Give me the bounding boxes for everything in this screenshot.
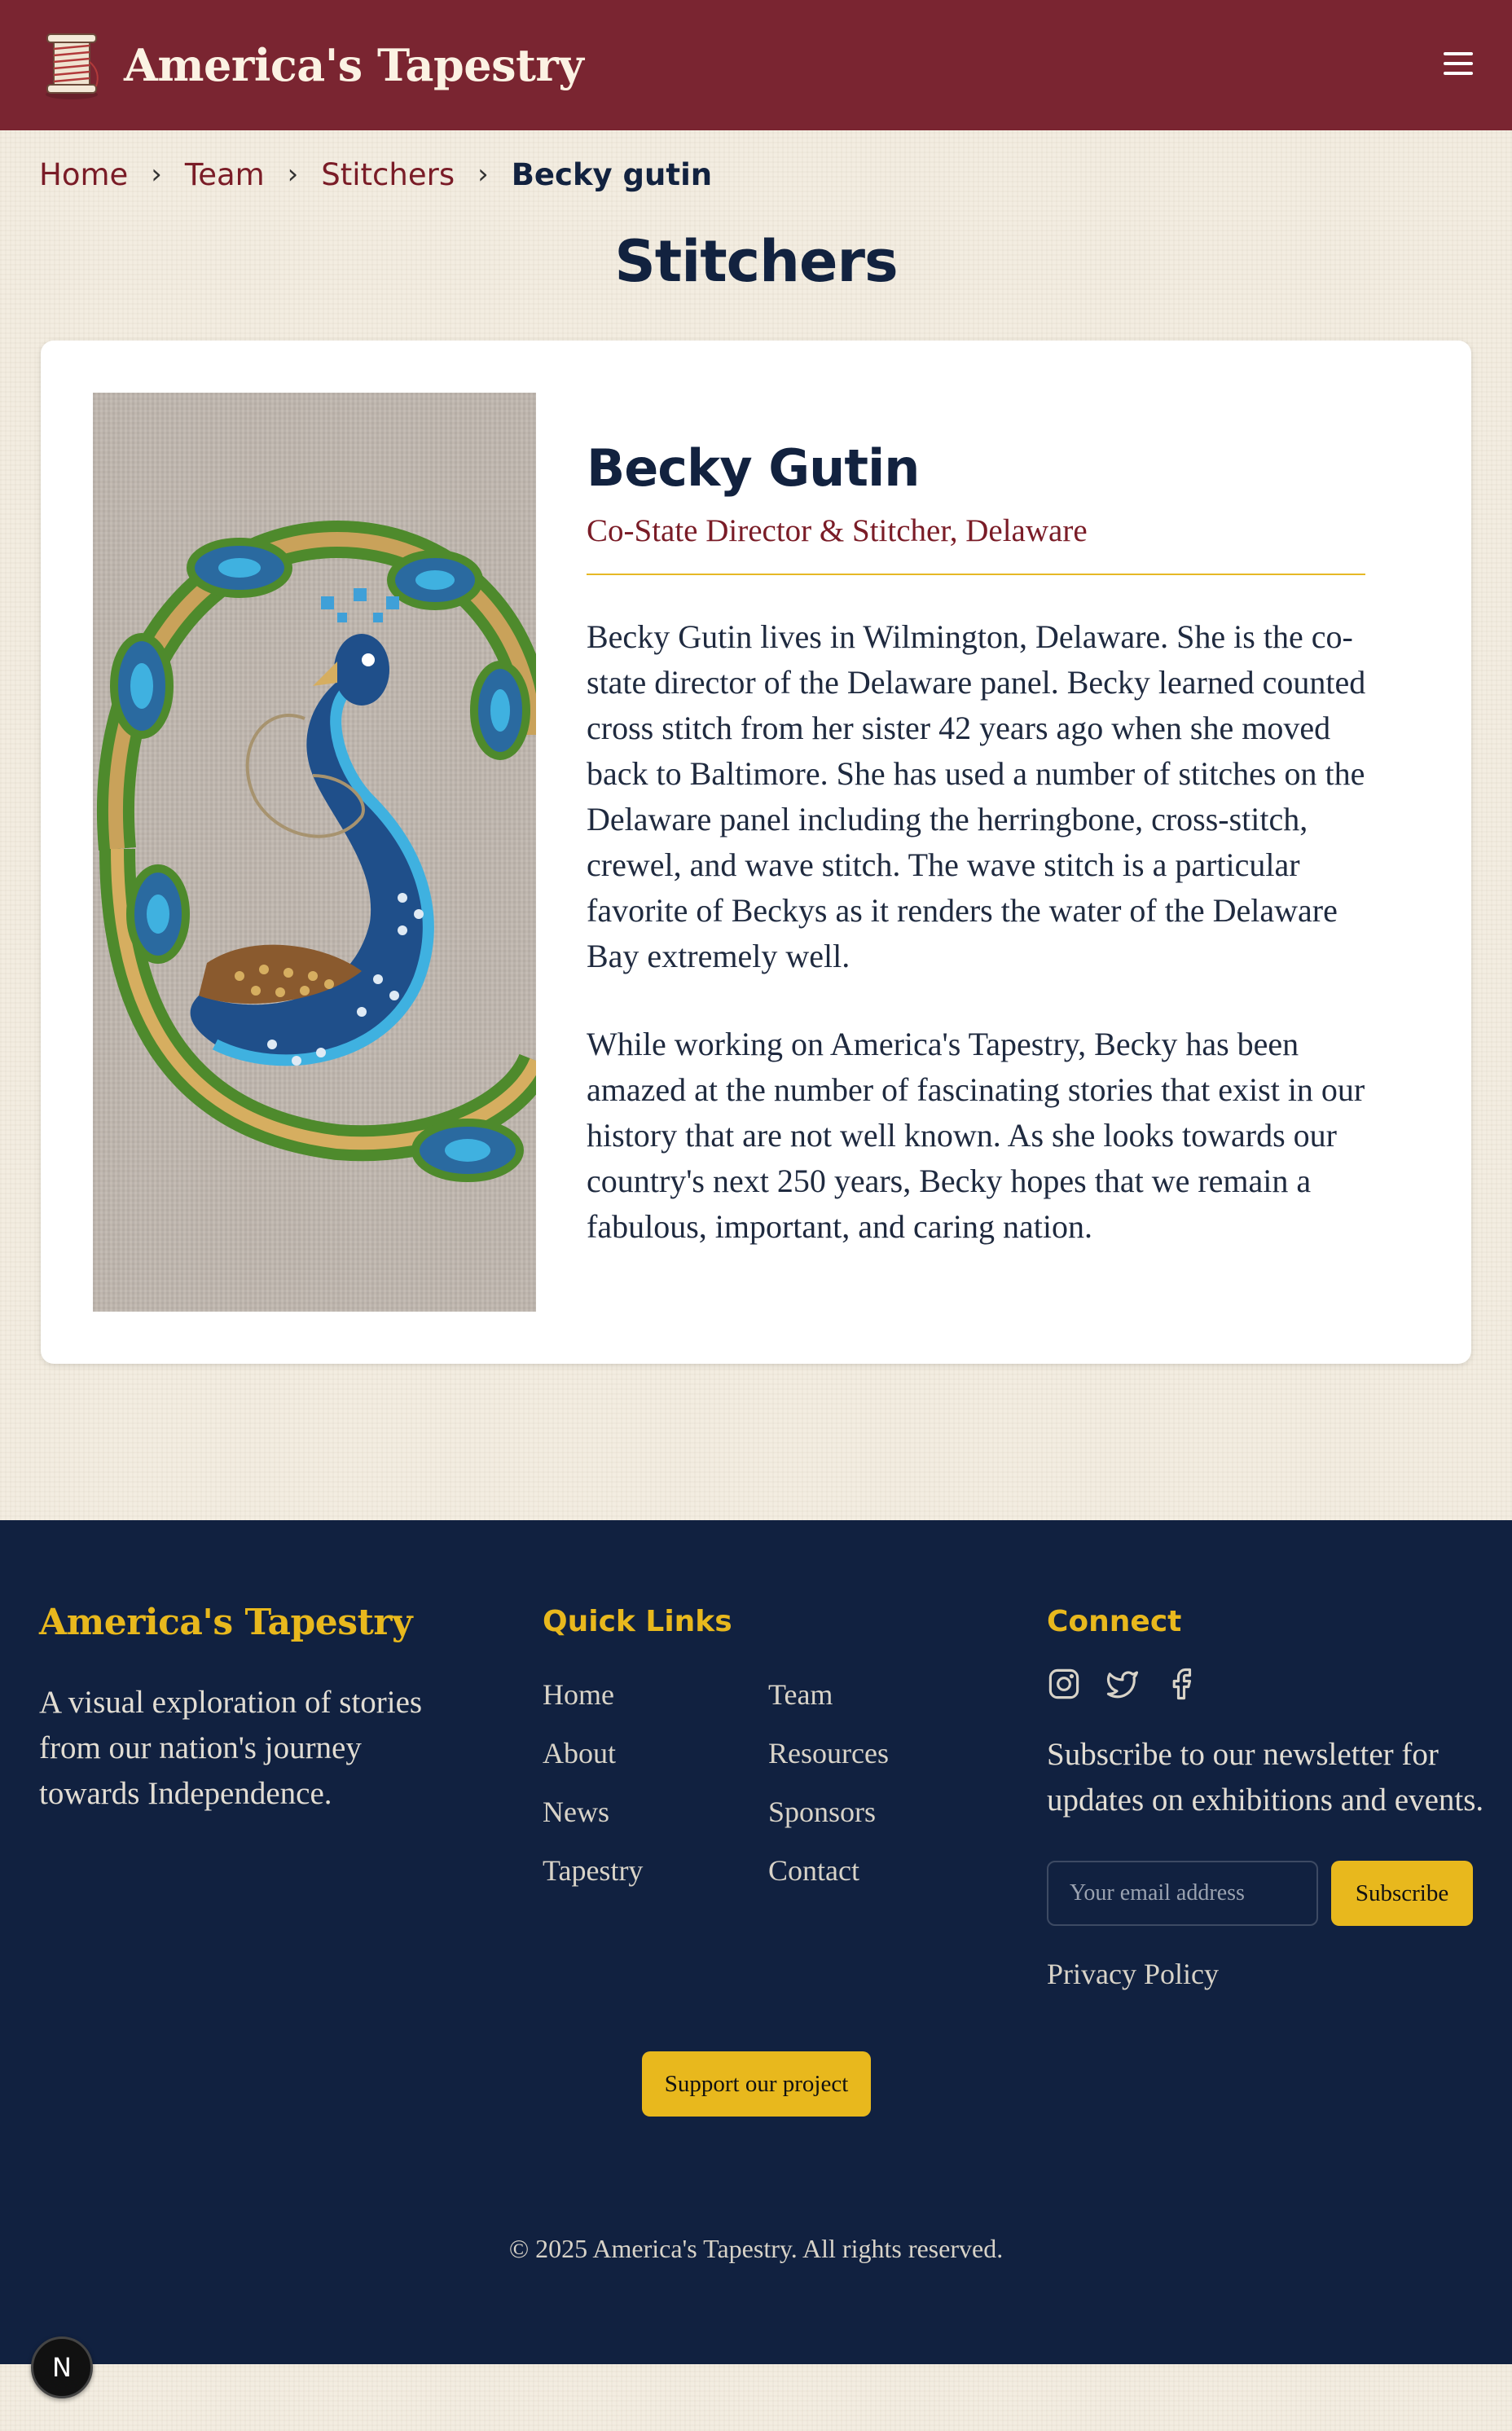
profile-bio: Becky Gutin Co-State Director & Stitcher… — [587, 438, 1369, 1250]
breadcrumb-stitchers[interactable]: Stitchers — [321, 157, 455, 192]
page-title: Stitchers — [614, 228, 898, 295]
profile-photo — [93, 393, 536, 1312]
privacy-policy-link[interactable]: Privacy Policy — [1047, 1957, 1219, 1991]
breadcrumb-current: Becky gutin — [511, 156, 713, 192]
footer-link-tapestry[interactable]: Tapestry — [543, 1851, 768, 1890]
dev-tools-badge[interactable]: N — [31, 2336, 93, 2398]
person-role: Co-State Director & Stitcher, Delaware — [587, 513, 1088, 548]
profile-card: Becky Gutin Co-State Director & Stitcher… — [41, 341, 1471, 1364]
footer-link-home[interactable]: Home — [543, 1675, 768, 1714]
thread-spool-icon[interactable] — [39, 29, 104, 101]
breadcrumb-team[interactable]: Team — [185, 157, 265, 192]
subscribe-button[interactable]: Subscribe — [1331, 1861, 1473, 1926]
bio-paragraph: Becky Gutin lives in Wilmington, Delawar… — [587, 618, 1366, 974]
support-project-button[interactable]: Support our project — [642, 2051, 871, 2117]
newsletter-text: Subscribe to our newsletter for updates … — [1047, 1737, 1484, 1818]
footer-link-resources[interactable]: Resources — [768, 1734, 931, 1773]
footer-link-news[interactable]: News — [543, 1792, 768, 1831]
chevron-right-icon: › — [151, 158, 162, 191]
twitter-icon[interactable] — [1105, 1667, 1140, 1701]
footer-link-contact[interactable]: Contact — [768, 1851, 931, 1890]
site-footer: America's Tapestry A visual exploration … — [0, 1520, 1512, 2364]
footer-tagline: A visual exploration of stories from our… — [39, 1685, 423, 1811]
instagram-icon[interactable] — [1047, 1667, 1081, 1701]
quick-links-title: Quick Links — [543, 1605, 732, 1638]
footer-link-team[interactable]: Team — [768, 1675, 931, 1714]
chevron-right-icon: › — [287, 158, 299, 191]
footer-link-about[interactable]: About — [543, 1734, 768, 1773]
breadcrumb: Home › Team › Stitchers › Becky gutin — [39, 153, 712, 196]
hamburger-menu-icon[interactable] — [1442, 47, 1475, 80]
site-header: America's Tapestry — [0, 0, 1512, 130]
connect-title: Connect — [1047, 1605, 1182, 1638]
email-field[interactable] — [1047, 1861, 1318, 1926]
quick-links: Home Team About Resources News Sponsors … — [543, 1675, 931, 1890]
social-links — [1047, 1667, 1198, 1701]
copyright: © 2025 America's Tapestry. All rights re… — [508, 2234, 1004, 2263]
bio-paragraph: While working on America's Tapestry, Bec… — [587, 1026, 1365, 1245]
person-name: Becky Gutin — [587, 438, 920, 498]
site-title[interactable]: America's Tapestry — [124, 39, 584, 91]
divider — [587, 574, 1365, 575]
facebook-icon[interactable] — [1164, 1667, 1198, 1701]
chevron-right-icon: › — [477, 158, 489, 191]
breadcrumb-home[interactable]: Home — [39, 157, 128, 192]
footer-brand: America's Tapestry — [39, 1602, 413, 1643]
footer-link-sponsors[interactable]: Sponsors — [768, 1792, 931, 1831]
